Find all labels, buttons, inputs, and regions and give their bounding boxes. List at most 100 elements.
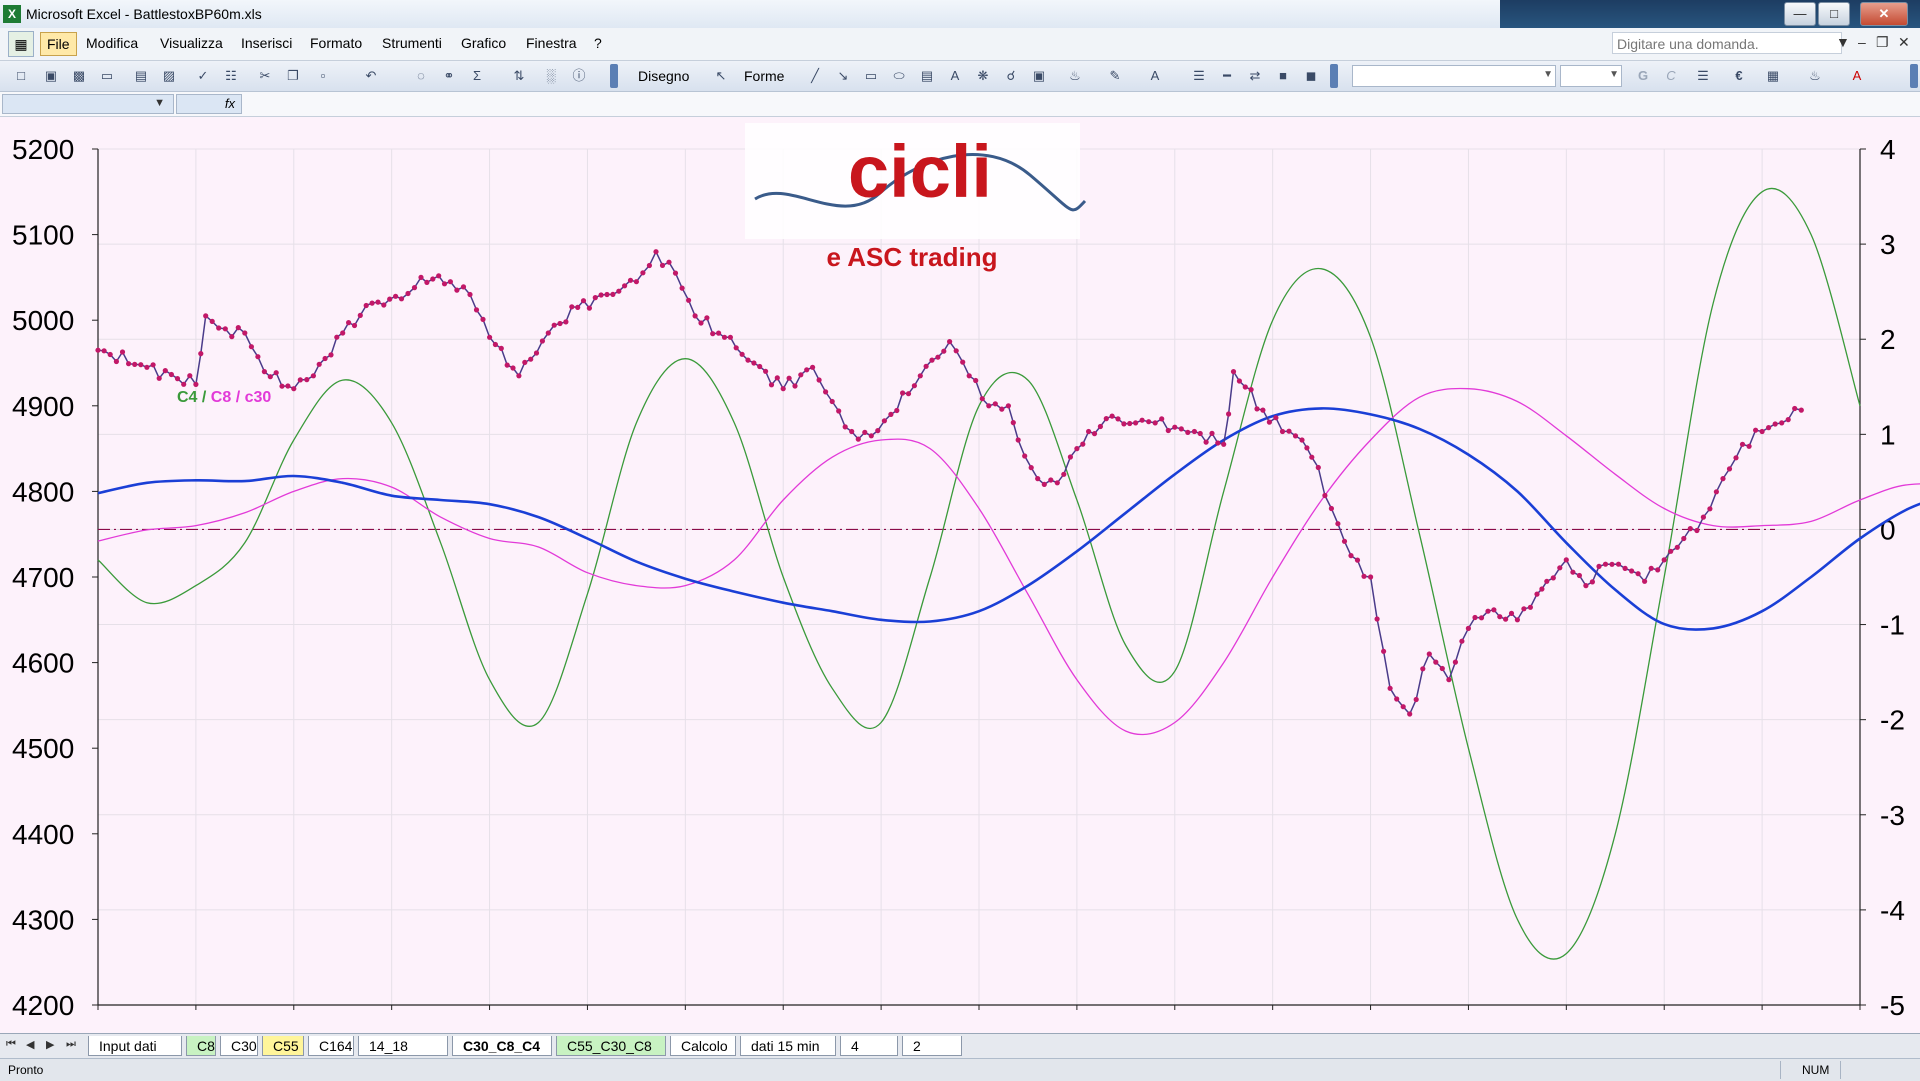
minimize-button[interactable]: — <box>1784 2 1816 26</box>
price-data-point <box>1668 548 1674 554</box>
textbox-tool-icon[interactable]: ▤ <box>918 67 936 85</box>
3d-style-icon[interactable]: ◼ <box>1302 67 1320 85</box>
arrow-style-icon[interactable]: ⇄ <box>1246 67 1264 85</box>
sheet-tab-7[interactable]: C30_C8_C4 <box>452 1036 552 1056</box>
chart-svg[interactable]: 5200 5100 5000 4900 4800 4700 4600 4500 4400 4300… <box>0 117 1920 1033</box>
price-data-point <box>1348 553 1354 559</box>
autosum-icon[interactable]: Σ <box>468 67 486 85</box>
bold-button[interactable]: G <box>1634 67 1652 85</box>
sheet-tab-4[interactable]: C55 <box>262 1036 304 1056</box>
menu-finestra[interactable]: Finestra <box>526 35 577 51</box>
price-data-point <box>1609 561 1615 567</box>
dash-style-icon[interactable]: ━ <box>1218 67 1236 85</box>
font-color-icon[interactable]: A <box>1146 67 1164 85</box>
sheet-tab-2[interactable]: C8 <box>186 1036 216 1056</box>
menu-modifica[interactable]: Modifica <box>86 35 138 51</box>
draw-menu-button[interactable]: Disegno <box>638 68 689 84</box>
oval-tool-icon[interactable]: ⬭ <box>890 67 908 85</box>
cut-icon[interactable]: ✂ <box>256 67 274 85</box>
price-data-point <box>1478 615 1485 621</box>
help-dropdown-icon[interactable]: ▼ <box>1836 34 1850 50</box>
sheet-tab-5[interactable]: C164 <box>308 1036 354 1056</box>
help-search-input[interactable]: Digitare una domanda. <box>1612 32 1842 54</box>
research-icon[interactable]: ☷ <box>222 67 240 85</box>
borders-icon[interactable]: ▦ <box>1764 67 1782 85</box>
line-tool-icon[interactable]: ╱ <box>806 67 824 85</box>
gridlines <box>97 148 1861 1006</box>
sheet-tab-6[interactable]: 14_18 mesi <box>358 1036 448 1073</box>
print-preview-icon[interactable]: ▨ <box>160 67 178 85</box>
menu-visualizza[interactable]: Visualizza <box>160 35 223 51</box>
first-sheet-button[interactable]: ⏮ <box>6 1038 16 1051</box>
paste-icon[interactable]: ▫ <box>314 67 332 85</box>
sheet-tab-8[interactable]: C55_C30_C8 <box>556 1036 666 1056</box>
line-style-icon[interactable]: ☰ <box>1190 67 1208 85</box>
clipart-icon[interactable]: ☌ <box>1002 67 1020 85</box>
copy-icon[interactable]: ❐ <box>284 67 302 85</box>
menu-file[interactable]: File <box>40 32 77 56</box>
toolbar-grip-2[interactable] <box>1330 64 1338 88</box>
open-folder-icon[interactable]: ▣ <box>42 67 60 85</box>
select-cursor-icon[interactable]: ↖ <box>712 67 730 85</box>
save-icon[interactable]: ▩ <box>70 67 88 85</box>
title-bar: X Microsoft Excel - BattlestoxBP60m.xls … <box>0 0 1920 28</box>
chart-wizard-icon[interactable]: ░ <box>542 67 560 85</box>
italic-button[interactable]: C <box>1662 67 1680 85</box>
insert-link-icon[interactable]: ⚭ <box>440 67 458 85</box>
hyperlink-icon[interactable]: ◌ <box>412 67 430 85</box>
spelling-icon[interactable]: ✓ <box>194 67 212 85</box>
fill-color-icon[interactable]: ♨ <box>1066 67 1084 85</box>
undo-icon[interactable]: ↶ <box>362 67 380 85</box>
print-icon[interactable]: ▤ <box>132 67 150 85</box>
fx-button[interactable]: fx <box>176 94 242 114</box>
price-data-point <box>387 296 393 302</box>
excel-app-icon[interactable]: X <box>3 5 21 23</box>
font-size-combo[interactable]: ▼ <box>1560 65 1622 87</box>
doc-close-button[interactable]: ✕ <box>1898 34 1910 51</box>
sheet-tab-12[interactable]: 2 Anni <box>902 1036 962 1073</box>
menu-help[interactable]: ? <box>594 35 602 51</box>
euro-currency-button[interactable]: € <box>1730 67 1748 85</box>
menu-grafico[interactable]: Grafico <box>461 35 506 51</box>
align-icon[interactable]: ☰ <box>1694 67 1712 85</box>
sheet-tab-3[interactable]: C30 <box>220 1036 258 1056</box>
rectangle-tool-icon[interactable]: ▭ <box>862 67 880 85</box>
font-color-2-icon[interactable]: A <box>1848 67 1866 85</box>
doc-restore-button[interactable]: ❐ <box>1876 34 1889 51</box>
help-icon[interactable]: ⓘ <box>570 67 588 85</box>
diagram-icon[interactable]: ❋ <box>974 67 992 85</box>
menu-formato[interactable]: Formato <box>310 35 362 51</box>
font-name-combo[interactable]: ▼ <box>1352 65 1556 87</box>
wordart-icon[interactable]: A <box>946 67 964 85</box>
last-sheet-button[interactable]: ⏭ <box>66 1038 76 1051</box>
prev-sheet-button[interactable]: ◀ <box>26 1038 34 1051</box>
permission-icon[interactable]: ▭ <box>98 67 116 85</box>
new-document-icon[interactable]: □ <box>12 67 30 85</box>
shapes-menu-button[interactable]: Forme <box>744 68 784 84</box>
close-button[interactable]: ✕ <box>1860 2 1908 26</box>
name-box[interactable]: ▼ <box>2 94 174 114</box>
sheet-tab-10[interactable]: dati 15 min <box>740 1036 836 1056</box>
shadow-style-icon[interactable]: ■ <box>1274 67 1292 85</box>
menu-inserisci[interactable]: Inserisci <box>241 35 292 51</box>
fill-color-2-icon[interactable]: ♨ <box>1806 67 1824 85</box>
line-color-icon[interactable]: ✎ <box>1106 67 1124 85</box>
doc-minimize-button[interactable]: – <box>1858 34 1866 50</box>
sheet-tab-9[interactable]: Calcolo <box>670 1036 736 1056</box>
document-icon[interactable]: ▦ <box>8 31 34 57</box>
sheet-tab-11[interactable]: 4 Anni <box>840 1036 898 1073</box>
price-data-point <box>929 357 935 363</box>
c30-series-line <box>97 407 1920 631</box>
sheet-tab-1[interactable]: Input dati <box>88 1036 182 1056</box>
toolbar-grip[interactable] <box>610 64 618 88</box>
sort-icon[interactable]: ⇅ <box>510 67 528 85</box>
next-sheet-button[interactable]: ▶ <box>46 1038 54 1051</box>
picture-icon[interactable]: ▣ <box>1030 67 1048 85</box>
arrow-tool-icon[interactable]: ↘ <box>834 67 852 85</box>
toolbar-grip-3[interactable] <box>1910 64 1918 88</box>
maximize-button[interactable]: □ <box>1818 2 1850 26</box>
price-data-point <box>627 277 634 283</box>
chart-area[interactable]: 5200 5100 5000 4900 4800 4700 4600 4500 4400 4300… <box>0 117 1920 1033</box>
menu-strumenti[interactable]: Strumenti <box>382 35 442 51</box>
price-data-point <box>248 344 254 350</box>
